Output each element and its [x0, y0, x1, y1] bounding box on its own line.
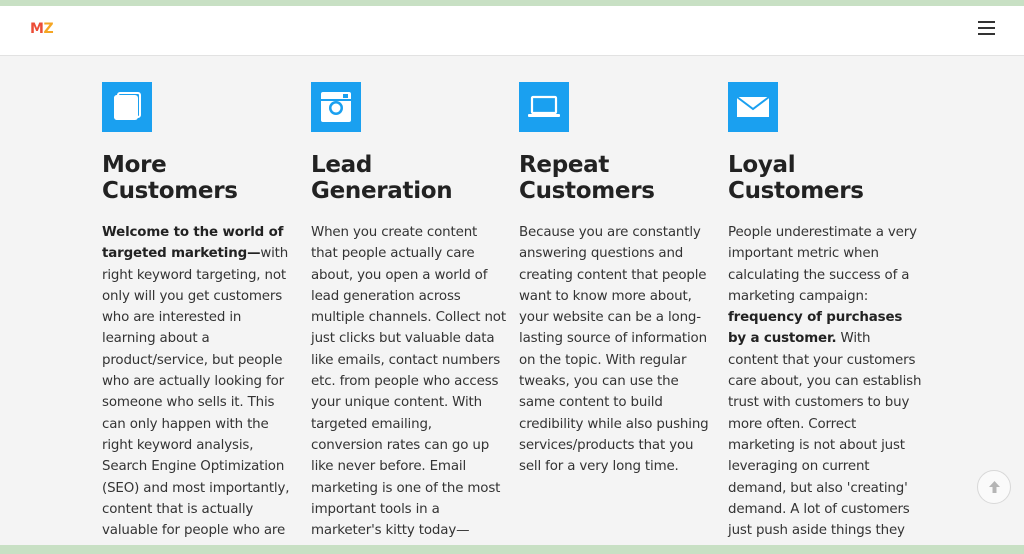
feature-more-customers: More Customers Welcome to the world of ta… — [102, 82, 297, 541]
envelope-icon — [728, 82, 778, 132]
feature-description: When you create content that people actu… — [311, 225, 506, 539]
logo-letter-m: M — [30, 21, 44, 37]
bold-intro: Welcome to the world of targeted marketi… — [102, 225, 284, 262]
feature-title: Repeat Customers — [519, 152, 655, 204]
laptop-icon — [519, 82, 569, 132]
site-header: MZ — [0, 6, 1024, 56]
feature-loyal-customers: Loyal Customers People underestimate a ve… — [728, 82, 923, 541]
scroll-to-top-button[interactable] — [977, 470, 1011, 504]
site-logo[interactable]: MZ — [30, 21, 54, 37]
feature-title: Lead Generation — [311, 152, 453, 204]
feature-description: People underestimate a very important me… — [728, 225, 922, 539]
logo-letter-z: Z — [43, 21, 54, 37]
bold-highlight: frequency of purchases by a customer. — [728, 310, 903, 347]
bottom-strip — [0, 545, 1024, 554]
feature-title: More Customers — [102, 152, 238, 204]
book-icon — [102, 82, 152, 132]
feature-description: Because you are constantly answering que… — [519, 225, 709, 475]
hamburger-menu-button[interactable] — [978, 21, 996, 37]
feature-title: Loyal Customers — [728, 152, 864, 204]
arrow-up-icon — [989, 481, 1000, 493]
feature-repeat-customers: Repeat Customers Because you are constant… — [519, 82, 714, 478]
hamburger-menu-icon — [978, 21, 995, 23]
feature-lead-generation: Lead Generation When you create content t… — [311, 82, 506, 541]
feature-description: Welcome to the world of targeted marketi… — [102, 225, 290, 539]
instagram-icon — [311, 82, 361, 132]
